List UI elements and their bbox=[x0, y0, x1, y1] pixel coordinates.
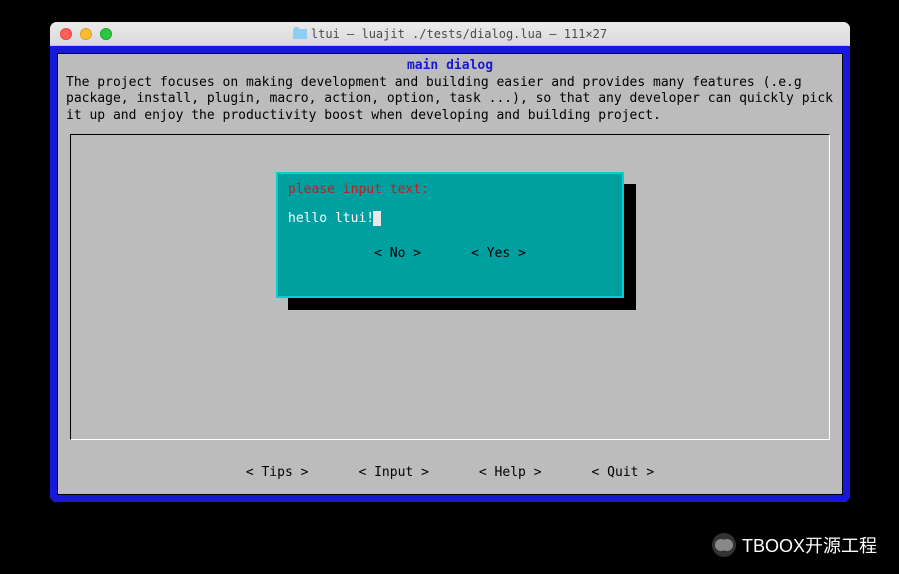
input-field[interactable]: hello ltui! bbox=[288, 211, 612, 226]
main-dialog-description: The project focuses on making developmen… bbox=[58, 73, 842, 130]
wechat-icon bbox=[712, 533, 736, 557]
folder-icon bbox=[293, 29, 307, 39]
dialog-button-row: < No > < Yes > bbox=[288, 246, 612, 261]
main-dialog-frame: main dialog The project focuses on makin… bbox=[57, 53, 843, 495]
no-button[interactable]: < No > bbox=[374, 246, 421, 261]
window-title-text: ltui — luajit ./tests/dialog.lua — 111×2… bbox=[311, 27, 607, 41]
terminal-window: ltui — luajit ./tests/dialog.lua — 111×2… bbox=[50, 22, 850, 502]
watermark: TBOOX开源工程 bbox=[712, 532, 877, 558]
text-cursor-icon bbox=[373, 211, 381, 226]
input-dialog-prompt: please input text: bbox=[288, 182, 612, 197]
titlebar: ltui — luajit ./tests/dialog.lua — 111×2… bbox=[50, 22, 850, 46]
yes-button[interactable]: < Yes > bbox=[471, 246, 526, 261]
quit-button[interactable]: < Quit > bbox=[592, 465, 655, 480]
input-dialog: please input text: hello ltui! < No > < … bbox=[276, 172, 624, 298]
input-button[interactable]: < Input > bbox=[358, 465, 428, 480]
footer-button-row: < Tips > < Input > < Help > < Quit > bbox=[58, 465, 842, 480]
help-button[interactable]: < Help > bbox=[479, 465, 542, 480]
terminal-area: main dialog The project focuses on makin… bbox=[50, 46, 850, 502]
window-title: ltui — luajit ./tests/dialog.lua — 111×2… bbox=[50, 27, 850, 41]
tips-button[interactable]: < Tips > bbox=[246, 465, 309, 480]
main-dialog-title: main dialog bbox=[58, 54, 842, 73]
watermark-text: TBOOX开源工程 bbox=[742, 532, 877, 558]
input-value: hello ltui! bbox=[288, 211, 374, 226]
